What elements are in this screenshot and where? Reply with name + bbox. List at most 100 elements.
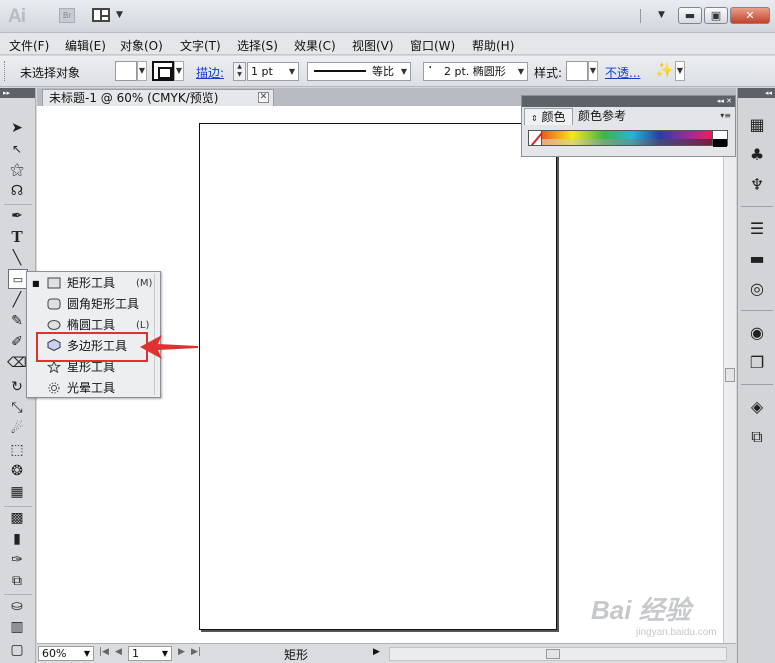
graphic-styles-icon[interactable]: ❐ bbox=[746, 352, 768, 374]
bridge-button[interactable]: Br bbox=[59, 8, 75, 23]
vertical-scroll-thumb[interactable] bbox=[725, 368, 735, 382]
menu-file[interactable]: 文件(F) bbox=[9, 37, 49, 54]
horizontal-scroll-thumb[interactable] bbox=[546, 649, 560, 659]
menu-effect[interactable]: 效果(C) bbox=[294, 37, 336, 54]
stroke-weight-field[interactable]: 1 pt ▼ bbox=[247, 62, 299, 81]
opacity-link[interactable]: 不透... bbox=[605, 64, 640, 81]
zoom-dropdown-icon[interactable]: ▼ bbox=[84, 647, 90, 660]
stroke-dropdown[interactable]: ▼ bbox=[174, 61, 184, 81]
swatches-icon[interactable]: ▦ bbox=[746, 114, 768, 136]
previous-artboard-button[interactable]: ◀ bbox=[115, 647, 122, 657]
restore-button[interactable]: ▣ bbox=[704, 7, 728, 24]
artboard-dropdown-icon[interactable]: ▼ bbox=[162, 647, 168, 660]
gradient-panel-icon[interactable]: ▬ bbox=[746, 248, 768, 270]
ellipse-icon bbox=[47, 320, 61, 330]
lasso-tool-icon[interactable]: ☊ bbox=[6, 181, 28, 201]
eyedropper-tool-icon[interactable]: ✑ bbox=[6, 550, 28, 570]
brushes-icon[interactable]: ♣ bbox=[746, 144, 768, 166]
type-tool-icon[interactable]: T bbox=[6, 227, 28, 247]
color-spectrum[interactable] bbox=[528, 130, 728, 146]
menu-select[interactable]: 选择(S) bbox=[237, 37, 278, 54]
stroke-link[interactable]: 描边: bbox=[196, 64, 224, 81]
fill-swatch[interactable] bbox=[115, 61, 137, 81]
stroke-swatch[interactable] bbox=[152, 61, 174, 81]
appearance-panel-icon[interactable]: ◉ bbox=[746, 322, 768, 344]
rotate-tool-icon[interactable]: ↻ bbox=[6, 377, 28, 397]
eraser-tool-icon[interactable]: ⌫ bbox=[6, 353, 28, 373]
artboard-number-field[interactable]: 1 ▼ bbox=[128, 646, 172, 661]
rectangle-tool-icon[interactable]: ▭ bbox=[8, 269, 28, 289]
perspective-grid-tool-icon[interactable]: ▦ bbox=[6, 482, 28, 502]
workspace-switcher-icon[interactable]: ▼ bbox=[658, 10, 665, 20]
close-icon[interactable]: ✕ bbox=[258, 92, 269, 103]
minimize-button[interactable]: ▬ bbox=[678, 7, 702, 24]
stroke-weight-value: 1 pt bbox=[251, 65, 273, 78]
layers-icon[interactable]: ◈ bbox=[746, 396, 768, 418]
black-white-swatch[interactable] bbox=[712, 130, 728, 147]
tools-panel-header[interactable]: ▸▸ bbox=[0, 88, 35, 98]
column-graph-tool-icon[interactable]: ▥ bbox=[6, 617, 28, 637]
symbol-sprayer-tool-icon[interactable]: ⛀ bbox=[6, 596, 28, 616]
tab-color[interactable]: ⇕ 颜色 bbox=[524, 108, 573, 125]
transparency-panel-icon[interactable]: ◎ bbox=[746, 278, 768, 300]
blend-tool-icon[interactable]: ⧉ bbox=[6, 571, 28, 591]
document-title: 未标题-1 @ 60% (CMYK/预览) bbox=[49, 91, 219, 105]
fill-dropdown[interactable]: ▼ bbox=[137, 61, 147, 81]
menu-view[interactable]: 视图(V) bbox=[352, 37, 394, 54]
panel-grip[interactable] bbox=[4, 61, 7, 81]
pen-tool-icon[interactable]: ✒ bbox=[6, 206, 28, 226]
first-artboard-button[interactable]: |◀ bbox=[99, 647, 109, 657]
arrange-documents-icon[interactable] bbox=[92, 8, 110, 22]
mesh-tool-icon[interactable]: ▩ bbox=[6, 508, 28, 528]
tab-color-guide[interactable]: 颜色参考 bbox=[572, 108, 632, 125]
brush-dot-icon: · bbox=[428, 60, 433, 76]
warp-tool-icon[interactable]: ☄ bbox=[6, 419, 28, 439]
menu-type[interactable]: 文字(T) bbox=[180, 37, 221, 54]
menu-edit[interactable]: 编辑(E) bbox=[65, 37, 106, 54]
none-color-swatch[interactable] bbox=[528, 130, 542, 146]
paintbrush-tool-icon[interactable]: ╱ bbox=[6, 290, 28, 310]
graphic-style-swatch[interactable] bbox=[566, 61, 588, 81]
stroke-profile-line bbox=[314, 70, 366, 72]
free-transform-tool-icon[interactable]: ⬚ bbox=[6, 440, 28, 460]
recolor-wand-icon[interactable]: ✨ bbox=[655, 61, 674, 79]
artboard[interactable] bbox=[199, 123, 557, 630]
vertical-scrollbar[interactable] bbox=[723, 106, 736, 643]
artboards-panel-icon[interactable]: ⧉ bbox=[746, 426, 768, 448]
direct-selection-tool-icon[interactable]: ↖ bbox=[6, 139, 28, 159]
flyout-item-flare[interactable]: 光晕工具 bbox=[29, 378, 154, 399]
gradient-tool-icon[interactable]: ▮ bbox=[6, 529, 28, 549]
pencil-tool-icon[interactable]: ✎ bbox=[6, 311, 28, 331]
stroke-panel-icon[interactable]: ☰ bbox=[746, 218, 768, 240]
style-dropdown[interactable]: ▼ bbox=[588, 61, 598, 81]
color-panel-header[interactable]: ◂◂ ✕ bbox=[522, 96, 735, 107]
chevron-down-icon[interactable]: ▼ bbox=[116, 10, 123, 20]
flyout-item-rounded-rectangle[interactable]: 圆角矩形工具 bbox=[29, 294, 154, 315]
right-dock-header[interactable]: ◂◂ bbox=[738, 88, 775, 98]
artboard-tool-icon[interactable]: ▢ bbox=[6, 640, 28, 660]
magic-wand-tool-icon[interactable]: ⚝ bbox=[6, 160, 28, 180]
control-panel-menu[interactable]: ▼ bbox=[675, 61, 685, 81]
menu-window[interactable]: 窗口(W) bbox=[410, 37, 455, 54]
status-bar: 60% ▼ |◀ ◀ 1 ▼ ▶ ▶| 矩形 ▶ bbox=[37, 643, 736, 663]
blob-brush-tool-icon[interactable]: ✐ bbox=[6, 332, 28, 352]
horizontal-scrollbar[interactable] bbox=[389, 647, 727, 661]
status-menu-button[interactable]: ▶ bbox=[373, 647, 380, 657]
shape-builder-tool-icon[interactable]: ❂ bbox=[6, 461, 28, 481]
document-tab[interactable]: 未标题-1 @ 60% (CMYK/预览) ✕ bbox=[42, 89, 274, 106]
symbols-icon[interactable]: ♆ bbox=[746, 174, 768, 196]
flyout-item-rectangle[interactable]: ■ 矩形工具 (M) bbox=[29, 273, 154, 294]
zoom-field[interactable]: 60% ▼ bbox=[38, 646, 94, 661]
variable-width-profile[interactable]: 等比 ▼ bbox=[307, 62, 411, 81]
menu-help[interactable]: 帮助(H) bbox=[472, 37, 514, 54]
close-button[interactable]: ✕ bbox=[730, 7, 770, 24]
brush-definition[interactable]: · 2 pt. 椭圆形 ▼ bbox=[423, 60, 528, 81]
panel-menu-icon[interactable]: ▾≡ bbox=[720, 111, 731, 120]
stroke-weight-stepper[interactable]: ▲ ▼ bbox=[233, 62, 246, 81]
next-artboard-button[interactable]: ▶ bbox=[178, 647, 185, 657]
selection-tool-icon[interactable]: ➤ bbox=[6, 118, 28, 138]
menu-object[interactable]: 对象(O) bbox=[120, 37, 163, 54]
line-tool-icon[interactable]: ╲ bbox=[6, 248, 28, 268]
scale-tool-icon[interactable]: ⤡ bbox=[6, 398, 28, 418]
last-artboard-button[interactable]: ▶| bbox=[191, 647, 201, 657]
